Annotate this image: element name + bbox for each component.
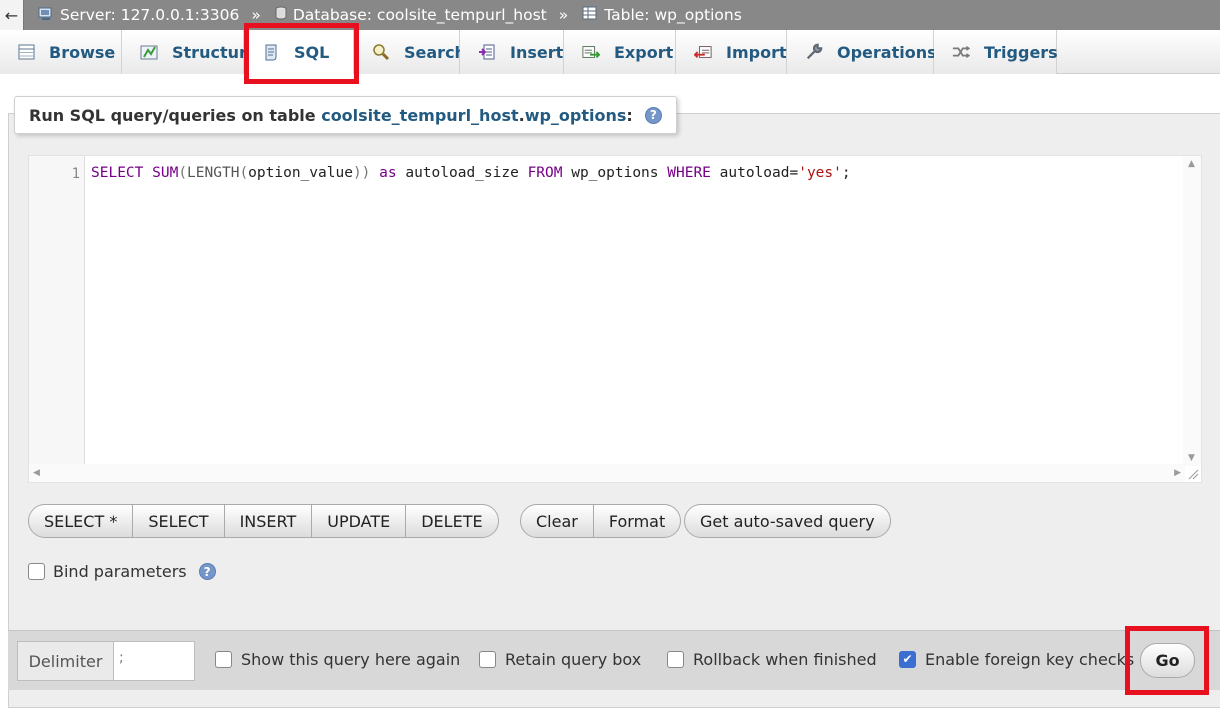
breadcrumb-database[interactable]: Database: coolsite_tempurl_host: [275, 6, 547, 24]
scroll-down-icon[interactable]: ▼: [1188, 453, 1195, 463]
tab-sql[interactable]: SQL: [244, 30, 354, 74]
table-link[interactable]: wp_options: [525, 106, 627, 125]
tab-bar: Browse Structure SQL Search Insert Expor…: [0, 30, 1220, 74]
resize-handle-icon[interactable]: [1187, 468, 1199, 480]
scroll-left-icon[interactable]: ◀: [33, 468, 40, 478]
server-icon: [38, 6, 54, 24]
tab-insert[interactable]: Insert: [460, 30, 564, 74]
insert-button[interactable]: INSERT: [225, 505, 313, 537]
horizontal-scrollbar[interactable]: ◀ ▶: [29, 464, 1185, 482]
structure-icon: [140, 43, 158, 61]
retain-query-box-checkbox[interactable]: [479, 651, 496, 668]
tab-operations[interactable]: Operations: [787, 30, 937, 74]
scroll-up-icon[interactable]: ▲: [1188, 159, 1195, 169]
retain-query-box-option[interactable]: Retain query box: [479, 650, 641, 669]
clear-button[interactable]: Clear: [521, 505, 594, 537]
bind-help-icon[interactable]: ?: [198, 563, 216, 580]
export-icon: [582, 43, 600, 61]
sql-query-text[interactable]: SELECT SUM(LENGTH(option_value)) as auto…: [91, 165, 851, 181]
tab-search[interactable]: Search: [354, 30, 466, 74]
select-button[interactable]: SELECT: [133, 505, 225, 537]
rollback-option[interactable]: Rollback when finished: [667, 650, 877, 669]
tab-triggers[interactable]: Triggers: [934, 30, 1058, 74]
tab-browse[interactable]: Browse: [0, 30, 122, 74]
foreign-key-checks-option[interactable]: ✔ Enable foreign key checks: [899, 650, 1134, 669]
show-query-again-checkbox[interactable]: [215, 651, 232, 668]
select-star-button[interactable]: SELECT *: [29, 505, 134, 537]
help-icon[interactable]: ?: [644, 106, 662, 124]
breadcrumb: ← Server: 127.0.0.1:3306 » Database: coo…: [0, 0, 1220, 30]
get-auto-saved-query-button[interactable]: Get auto-saved query: [685, 505, 890, 537]
delimiter-group: Delimiter ;: [17, 641, 195, 681]
breadcrumb-separator: »: [558, 6, 569, 24]
show-query-again-option[interactable]: Show this query here again: [215, 650, 460, 669]
import-icon: [694, 43, 712, 61]
format-button[interactable]: Format: [594, 505, 680, 537]
insert-icon: [478, 43, 496, 61]
tab-structure[interactable]: Structure: [122, 30, 258, 74]
delete-button[interactable]: DELETE: [406, 505, 497, 537]
browse-icon: [18, 43, 35, 61]
rollback-checkbox[interactable]: [667, 651, 684, 668]
database-link[interactable]: coolsite_tempurl_host: [321, 106, 518, 125]
breadcrumb-server[interactable]: Server: 127.0.0.1:3306: [38, 6, 239, 24]
go-button[interactable]: Go: [1140, 643, 1195, 678]
search-icon: [372, 43, 390, 61]
edit-button-group: Clear Format: [520, 504, 682, 538]
autosave-button-group: Get auto-saved query: [684, 504, 891, 538]
back-arrow-button[interactable]: ←: [0, 0, 24, 30]
bind-parameters-checkbox[interactable]: [28, 563, 45, 580]
delimiter-input[interactable]: ;: [113, 642, 194, 680]
wrench-icon: [805, 43, 823, 61]
bind-parameters-row: Bind parameters ?: [28, 562, 216, 581]
vertical-scrollbar[interactable]: ▲ ▼: [1183, 156, 1201, 466]
sql-editor[interactable]: 1 SELECT SUM(LENGTH(option_value)) as au…: [28, 155, 1202, 483]
update-button[interactable]: UPDATE: [312, 505, 407, 537]
database-icon: [275, 6, 287, 24]
foreign-key-checks-checkbox[interactable]: ✔: [899, 651, 916, 668]
breadcrumb-table[interactable]: Table: wp_options: [582, 6, 742, 24]
scroll-right-icon[interactable]: ▶: [1174, 468, 1181, 478]
table-icon: [582, 6, 598, 24]
panel-legend: Run SQL query/queries on table coolsite_…: [14, 96, 677, 134]
snippet-button-group: SELECT * SELECT INSERT UPDATE DELETE: [28, 504, 499, 538]
line-numbers: 1: [29, 156, 85, 466]
breadcrumb-separator: »: [251, 6, 261, 24]
tab-import[interactable]: Import: [676, 30, 787, 74]
sql-icon: [262, 43, 280, 61]
triggers-icon: [952, 43, 970, 61]
tab-export[interactable]: Export: [564, 30, 676, 74]
delimiter-label: Delimiter: [28, 651, 103, 671]
